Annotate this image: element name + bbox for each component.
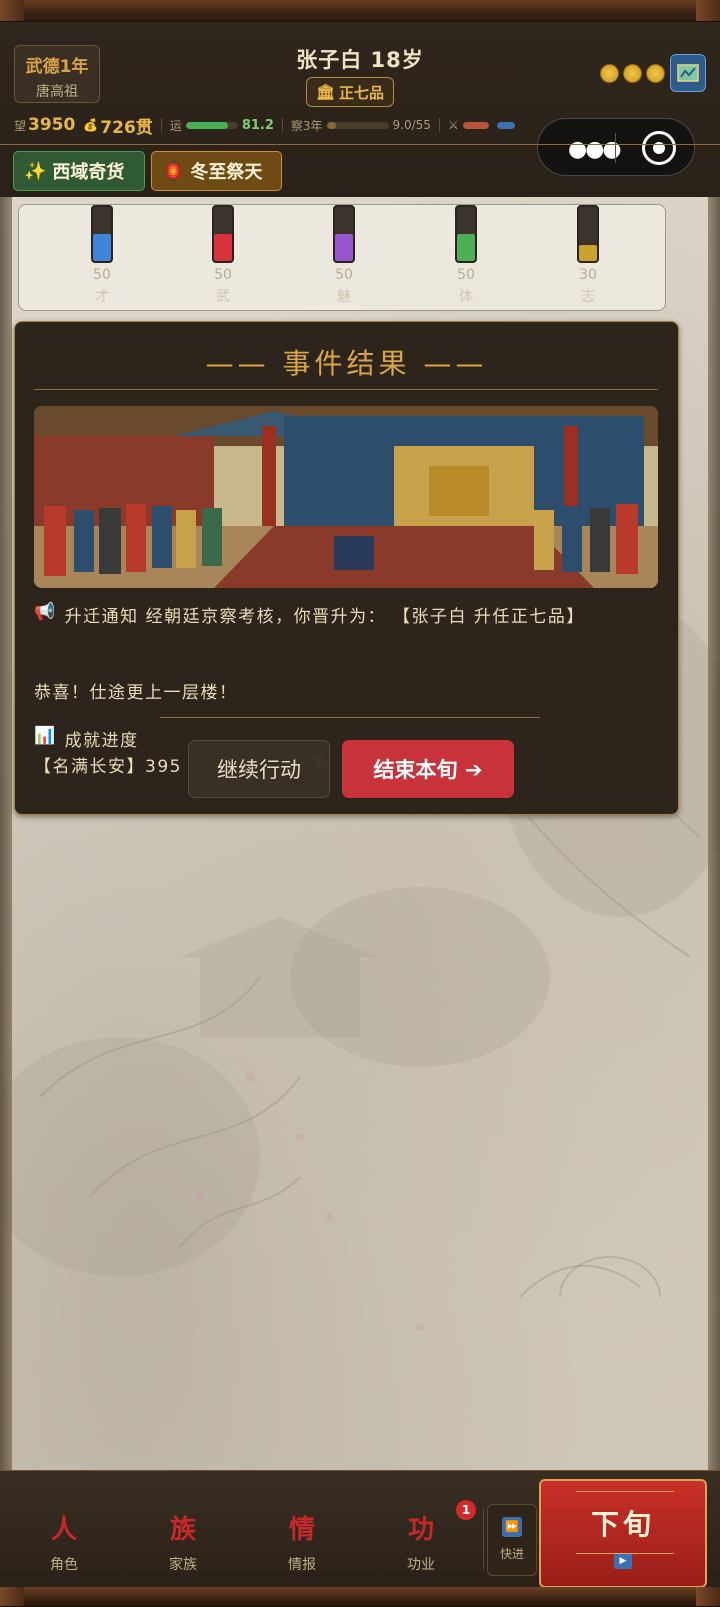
nav-label: 情报: [288, 1557, 316, 1573]
sparkle-icon: ✨: [24, 160, 47, 182]
nav-item-character[interactable]: 人 角色: [24, 1509, 104, 1574]
tag-western-goods[interactable]: ✨ 西域奇货: [13, 151, 145, 191]
notice-text: 升迁通知 经朝廷京察考核，你晋升为： 【张子白 升任正七品】: [64, 607, 585, 627]
defense-bar: [496, 121, 515, 129]
nav-item-intel[interactable]: 情 情报: [262, 1509, 342, 1574]
nav-item-family[interactable]: 族 家族: [143, 1509, 223, 1574]
more-icon[interactable]: ●●●: [568, 137, 622, 162]
attribute-value: 50: [335, 267, 353, 283]
attribute-tube: [333, 205, 355, 263]
temple-icon: 🏛: [315, 83, 336, 101]
coin-icon: [623, 64, 642, 83]
luck-value: 81.2: [241, 117, 274, 133]
luck-bar: [185, 121, 238, 129]
attribute-tube: [91, 205, 113, 263]
attribute-physique[interactable]: 50 体: [446, 205, 486, 306]
nav-glyph: 功: [407, 1515, 434, 1545]
fast-forward-icon: ⏩: [502, 1517, 522, 1537]
era-emperor: 唐高祖: [36, 84, 78, 100]
nav-label: 功业: [407, 1557, 435, 1573]
attribute-value: 50: [93, 267, 111, 283]
court-scene-image: [34, 406, 658, 588]
money-value: 726贯: [100, 117, 153, 138]
nav-glyph: 人: [50, 1515, 77, 1545]
next-period-button[interactable]: 下旬 ▶: [539, 1479, 707, 1588]
luck-label: 运: [169, 118, 182, 133]
close-target-icon[interactable]: [642, 131, 676, 165]
exam-progress: 9.0/55: [392, 118, 431, 132]
attribute-name: 武: [216, 289, 230, 305]
attribute-will[interactable]: 30 志: [568, 205, 608, 306]
prestige-icon: 望: [14, 118, 27, 133]
fast-forward-label: 快进: [499, 1547, 524, 1561]
megaphone-icon: 📢: [34, 602, 57, 622]
attribute-tube: [212, 205, 234, 263]
prestige-value: 3950: [28, 115, 76, 135]
next-period-label: 下旬: [590, 1508, 655, 1541]
parchment-background: 50 才 50 武 50 魅 50 体 30 志 —— 事件结果 —— 📢 升迁…: [0, 197, 720, 1470]
tag-label: 冬至祭天: [190, 162, 263, 183]
attribute-value: 50: [457, 267, 475, 283]
fast-forward-button[interactable]: ⏩ 快进: [487, 1504, 537, 1576]
rank-label: 正七品: [339, 83, 385, 102]
map-icon: [677, 64, 699, 82]
progress-text: 【名满长安】395: [34, 757, 182, 777]
attribute-name: 才: [95, 289, 109, 305]
attribute-talent[interactable]: 50 才: [82, 205, 122, 306]
play-icon: ▶: [614, 1553, 632, 1569]
nav-label: 家族: [169, 1557, 197, 1573]
attribute-tube: [455, 205, 477, 263]
end-turn-button[interactable]: 结束本旬 ➔: [342, 740, 514, 798]
money-bag-icon: 💰: [83, 118, 99, 132]
coin-indicators: [600, 64, 665, 83]
lantern-icon: 🏮: [162, 160, 185, 182]
progress-title: 成就进度: [64, 731, 139, 751]
exam-label: 察3年: [290, 118, 323, 133]
map-button[interactable]: [670, 54, 706, 92]
nav-label: 角色: [50, 1557, 78, 1573]
rank-badge[interactable]: 🏛 正七品: [306, 77, 394, 107]
attribute-charm[interactable]: 50 魅: [324, 205, 364, 306]
event-result-panel: —— 事件结果 —— 📢 升迁通知 经朝廷京察考核，你晋升为： 【张子白 升任正…: [14, 321, 679, 815]
military-bar: [462, 121, 489, 129]
attribute-value: 30: [579, 267, 597, 283]
exam-bar: [326, 121, 389, 129]
tag-winter-solstice[interactable]: 🏮 冬至祭天: [151, 151, 282, 191]
scroll-rod-bottom: [0, 1587, 720, 1607]
header: 武德1年 唐高祖 张子白 18岁 🏛 正七品 望 3950 💰 726贯 运 8…: [0, 22, 720, 197]
attribute-tube: [577, 205, 599, 263]
congrats-text: 恭喜！仕途更上一层楼！: [34, 683, 238, 703]
promotion-notice: 📢 升迁通知 经朝廷京察考核，你晋升为： 【张子白 升任正七品】: [34, 602, 664, 627]
attribute-name: 体: [459, 289, 473, 305]
attribute-value: 50: [214, 267, 232, 283]
bottom-nav: 人 角色 族 家族 情 情报 功 功业 1 ⏩ 快进 下旬 ▶: [0, 1470, 720, 1588]
nav-item-achievements[interactable]: 功 功业: [381, 1509, 461, 1574]
tag-label: 西域奇货: [52, 162, 125, 183]
coin-icon: [600, 64, 619, 83]
scroll-rod-top: [0, 0, 720, 22]
attribute-name: 志: [581, 289, 595, 305]
stats-row: 望 3950 💰 726贯 运 81.2 察3年 9.0/55 ⚔: [14, 114, 554, 138]
continue-action-button[interactable]: 继续行动: [188, 740, 330, 798]
event-title: —— 事件结果 ——: [205, 347, 488, 380]
attribute-martial[interactable]: 50 武: [203, 205, 243, 306]
coin-icon: [646, 64, 665, 83]
swords-icon: ⚔: [447, 118, 459, 132]
nav-glyph: 族: [169, 1515, 196, 1545]
attributes-panel: 50 才 50 武 50 魅 50 体 30 志: [18, 204, 666, 311]
miniprogram-capsule: ●●●: [537, 118, 695, 176]
notification-badge: 1: [456, 1500, 476, 1520]
attribute-name: 魅: [337, 289, 351, 305]
chart-icon: 📊: [34, 726, 57, 746]
nav-glyph: 情: [288, 1515, 315, 1545]
